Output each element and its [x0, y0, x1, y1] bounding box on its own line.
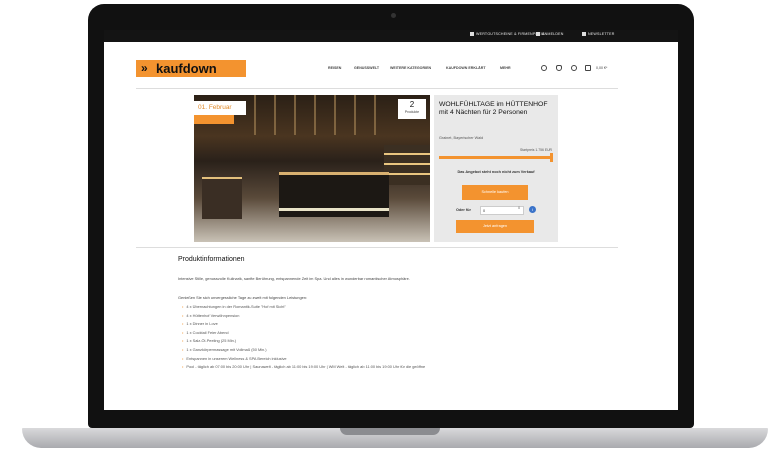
- product-count: 2: [409, 100, 415, 109]
- list-item: Entspannen in unserem Wellness & SPA Ber…: [182, 355, 425, 364]
- topbar-item-login[interactable]: ANMELDEN: [536, 32, 564, 36]
- intro-text: Intensive Stille, genussvolle Kulinarik,…: [178, 276, 410, 281]
- nav-item-kaufdown-erklaert[interactable]: KAUFDOWN ERKLÄRT: [446, 66, 486, 70]
- list-item: 4 x Übernachtungen in der Romantik-Suite…: [182, 303, 425, 312]
- list-item: 1 x Ganzkörpermassage mit Vollmaß (50 Mi…: [182, 346, 425, 355]
- date-badge: 01. Februar: [194, 101, 246, 115]
- nav-item-mehr[interactable]: MEHR: [500, 66, 511, 70]
- offer-notice: Das Angebot steht noch nicht zum Verkauf: [457, 170, 535, 174]
- search-icon[interactable]: [541, 65, 547, 71]
- gift-icon: [470, 32, 474, 36]
- logo-text: kaufdown: [156, 61, 217, 76]
- offer-price: Startpreis 1.756 EUR: [519, 148, 552, 152]
- offer-location: Grainet, Bayerischer Wald: [439, 136, 484, 140]
- buy-now-button[interactable]: Schnelle kaufen: [462, 185, 528, 200]
- user-icon: [536, 32, 540, 36]
- topbar-label: ANMELDEN: [542, 32, 564, 36]
- ceiling-beam: [254, 95, 256, 135]
- ceiling-beam: [294, 95, 296, 135]
- list-item: 1 x Dinner in Love: [182, 320, 425, 329]
- cart-price[interactable]: 0,00 €*: [596, 66, 607, 70]
- hero-image: 01. Februar 2 Produkte: [194, 95, 430, 242]
- laptop-notch: [340, 428, 440, 435]
- list-item: 1 x Salz-Öl-Peeling (25 Min.): [182, 337, 425, 346]
- nav-item-reisen[interactable]: REISEN: [328, 66, 341, 70]
- counter-light: [279, 208, 389, 211]
- header-divider: [136, 88, 618, 89]
- info-icon[interactable]: i: [529, 206, 536, 213]
- ceiling-beam: [314, 95, 316, 135]
- nav-item-genusswelt[interactable]: GENUSSWELT: [354, 66, 379, 70]
- time-badge: [194, 115, 234, 124]
- quantity-stepper[interactable]: 0: [518, 206, 520, 210]
- topbar-item-vouchers[interactable]: WERTGUTSCHEINE & FIRMENPREIS: [470, 32, 545, 36]
- product-count-badge: 2 Produkte: [398, 99, 426, 119]
- list-item: 1 x Cocktail Feier Abend: [182, 329, 425, 338]
- display-case: [202, 177, 242, 219]
- qty-label: Oder für: [456, 208, 471, 212]
- envelope-icon: [582, 32, 586, 36]
- ceiling-beam: [274, 95, 276, 135]
- chevron-double-down-icon: »: [141, 61, 148, 75]
- service-list: 4 x Übernachtungen in der Romantik-Suite…: [182, 303, 425, 372]
- topbar-label: WERTGUTSCHEINE & FIRMENPREIS: [476, 32, 545, 36]
- section-title: Produktinformationen: [178, 256, 245, 263]
- ceiling-beam: [354, 95, 356, 135]
- laptop-frame: WERTGUTSCHEINE & FIRMENPREIS ANMELDEN NE…: [0, 0, 769, 464]
- ceiling-beam: [374, 95, 376, 135]
- topbar-item-newsletter[interactable]: NEWSLETTER: [582, 32, 615, 36]
- camera-icon: [391, 13, 396, 18]
- shelf: [384, 145, 430, 185]
- offer-title: WOHLFÜHLTAGE im HÜTTENHOF mit 4 Nächten …: [439, 101, 548, 116]
- heart-icon[interactable]: [556, 65, 562, 71]
- cart-icon[interactable]: [585, 65, 591, 71]
- price-slider-track[interactable]: [439, 156, 553, 159]
- offer-panel: WOHLFÜHLTAGE im HÜTTENHOF mit 4 Nächten …: [434, 95, 558, 242]
- section-divider: [136, 247, 618, 248]
- user-icon[interactable]: [571, 65, 577, 71]
- logo[interactable]: » kaufdown: [136, 60, 246, 77]
- browser-viewport: WERTGUTSCHEINE & FIRMENPREIS ANMELDEN NE…: [104, 30, 678, 410]
- lead-text: Genießen Sie sich unvergessliche Tage zu…: [178, 295, 308, 300]
- nav-item-weitere-kategorien[interactable]: WEITERE KATEGORIEN: [390, 66, 431, 70]
- list-item: 4 x Hüttenhof Verwöhnpension: [182, 312, 425, 321]
- top-bar: WERTGUTSCHEINE & FIRMENPREIS ANMELDEN NE…: [104, 30, 678, 42]
- request-button[interactable]: Jetzt anfragen: [456, 220, 534, 233]
- ceiling-beam: [334, 95, 336, 135]
- topbar-label: NEWSLETTER: [588, 32, 615, 36]
- product-count-label: Produkte: [404, 110, 420, 114]
- list-item: Pool - täglich ab 07:00 bis 20:00 Uhr | …: [182, 363, 425, 372]
- price-slider-handle[interactable]: [550, 153, 553, 162]
